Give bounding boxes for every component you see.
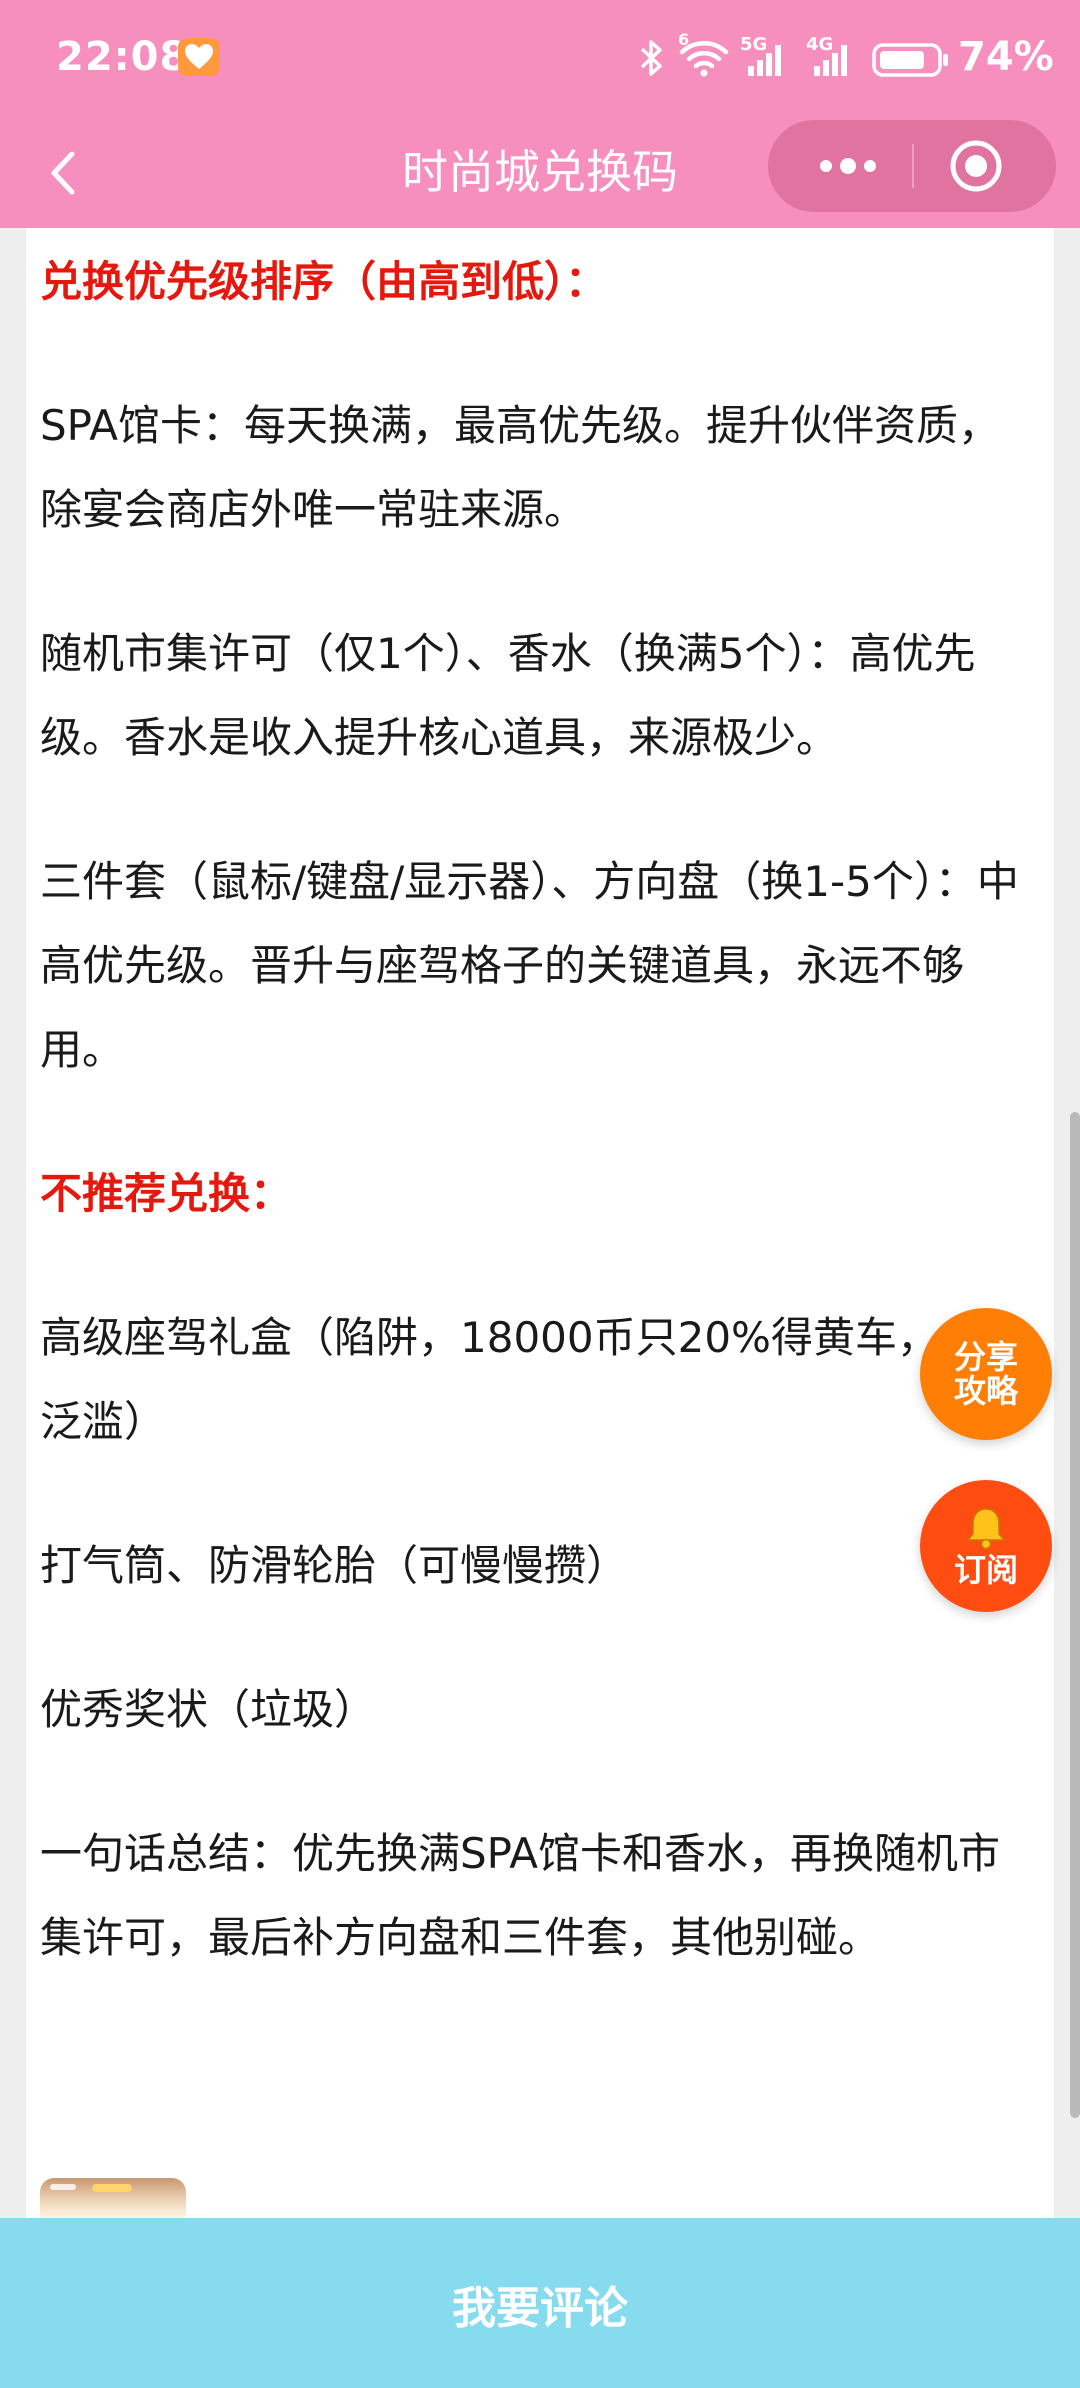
wifi-badge: 6: [678, 30, 690, 49]
share-label-line2: 攻略: [953, 1372, 1018, 1410]
paragraph-award: 优秀奖状（垃圾）: [40, 1685, 377, 1734]
battery-percent: 74%: [958, 34, 1054, 80]
target-close-icon: [950, 140, 1002, 192]
paragraph-giftbox: 高级座驾礼盒（陷阱，18000币只20%得黄车，中期泛滥）: [40, 1313, 1023, 1446]
battery-icon: [872, 43, 948, 77]
paragraph-summary: 一句话总结：优先换满SPA馆卡和香水，再换随机市集许可，最后补方向盘和三件套，其…: [40, 1829, 1001, 1962]
subscribe-label: 订阅: [953, 1551, 1018, 1589]
bluetooth-icon: [640, 40, 662, 76]
signal-5g-icon: [748, 45, 781, 76]
heading-not-recommended: 不推荐兑换：: [40, 1169, 293, 1218]
status-time: 22:08: [56, 34, 189, 80]
more-menu-button[interactable]: [808, 140, 888, 192]
scrollbar[interactable]: [1070, 1112, 1080, 2118]
share-label-line1: 分享: [953, 1338, 1018, 1376]
more-dots-icon: [820, 158, 876, 174]
nav-bar: 时尚城兑换码: [0, 120, 1080, 228]
close-mini-program-button[interactable]: [944, 138, 1008, 194]
comment-button-label: 我要评论: [452, 2283, 628, 2334]
share-guide-button[interactable]: 分享 攻略: [920, 1308, 1052, 1440]
header: 22:08 6 5G 4G 74% 时尚城兑换码: [0, 0, 1080, 228]
paragraph-market: 随机市集许可（仅1个）、香水（换满5个）：高优先级。香水是收入提升核心道具，来源…: [40, 629, 976, 762]
app-notification-icon: [178, 38, 220, 76]
bell-icon: [966, 1508, 1006, 1550]
heading-priority: 兑换优先级排序（由高到低）：: [40, 257, 608, 306]
paragraph-pump: 打气筒、防滑轮胎（可慢慢攒）: [40, 1541, 629, 1590]
subscribe-button[interactable]: 订阅: [920, 1480, 1052, 1612]
mini-program-capsule: [768, 120, 1056, 212]
article-content: 兑换优先级排序（由高到低）： SPA馆卡：每天换满，最高优先级。提升伙伴资质，除…: [26, 228, 1054, 2218]
paragraph-spa: SPA馆卡：每天换满，最高优先级。提升伙伴资质，除宴会商店外唯一常驻来源。: [40, 401, 1001, 534]
comment-bar[interactable]: 我要评论: [0, 2218, 1080, 2388]
capsule-divider: [912, 144, 914, 188]
article-image-thumbnail[interactable]: [40, 2178, 186, 2218]
status-bar: 22:08 6 5G 4G 74%: [0, 0, 1080, 120]
paragraph-set: 三件套（鼠标/键盘/显示器）、方向盘（换1-5个）：中高优先级。晋升与座驾格子的…: [40, 857, 1019, 1074]
signal-4g-icon: [814, 45, 847, 76]
